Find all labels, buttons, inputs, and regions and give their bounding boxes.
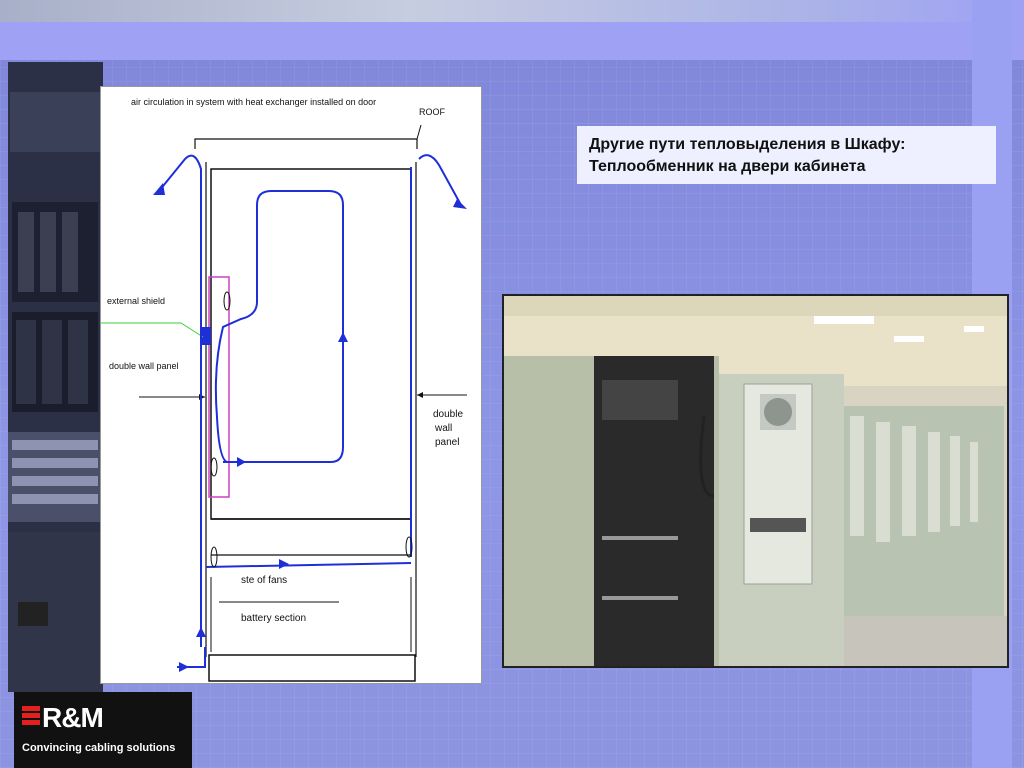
double-wall-panel-right-label-3: panel: [435, 437, 459, 448]
slide-title-line1: Другие пути тепловыделения в Шкафу:: [589, 136, 906, 153]
cabinet-photo: [502, 294, 1009, 668]
cabinet-body: [210, 168, 412, 520]
fans-label: ste of fans: [241, 575, 287, 586]
diagram-caption: air circulation in system with heat exch…: [131, 97, 376, 107]
header-strip: [0, 0, 1024, 22]
brand-name: R&M: [42, 702, 104, 733]
brand-tagline: Convincing cabling solutions: [22, 742, 176, 754]
double-wall-panel-right-label-1: double: [433, 409, 463, 420]
double-wall-panel-right-label-2: wall: [434, 423, 452, 434]
airflow-diagram: air circulation in system with heat exch…: [100, 86, 482, 684]
slide-title-line2: Теплообменник на двери кабинета: [589, 158, 866, 175]
external-shield-label: external shield: [107, 296, 165, 306]
battery-label: battery section: [241, 613, 306, 624]
brand-mark-icon: [22, 706, 40, 730]
equipment-rack-photo: [8, 62, 103, 692]
external-shield-block: [202, 327, 211, 345]
brand-logo: R&M Convincing cabling solutions: [14, 692, 192, 768]
roof-label: ROOF: [419, 107, 446, 117]
slide-title: Другие пути тепловыделения в Шкафу: Тепл…: [577, 126, 996, 184]
double-wall-panel-left-label: double wall panel: [109, 361, 179, 371]
cabinet-base: [208, 654, 416, 682]
